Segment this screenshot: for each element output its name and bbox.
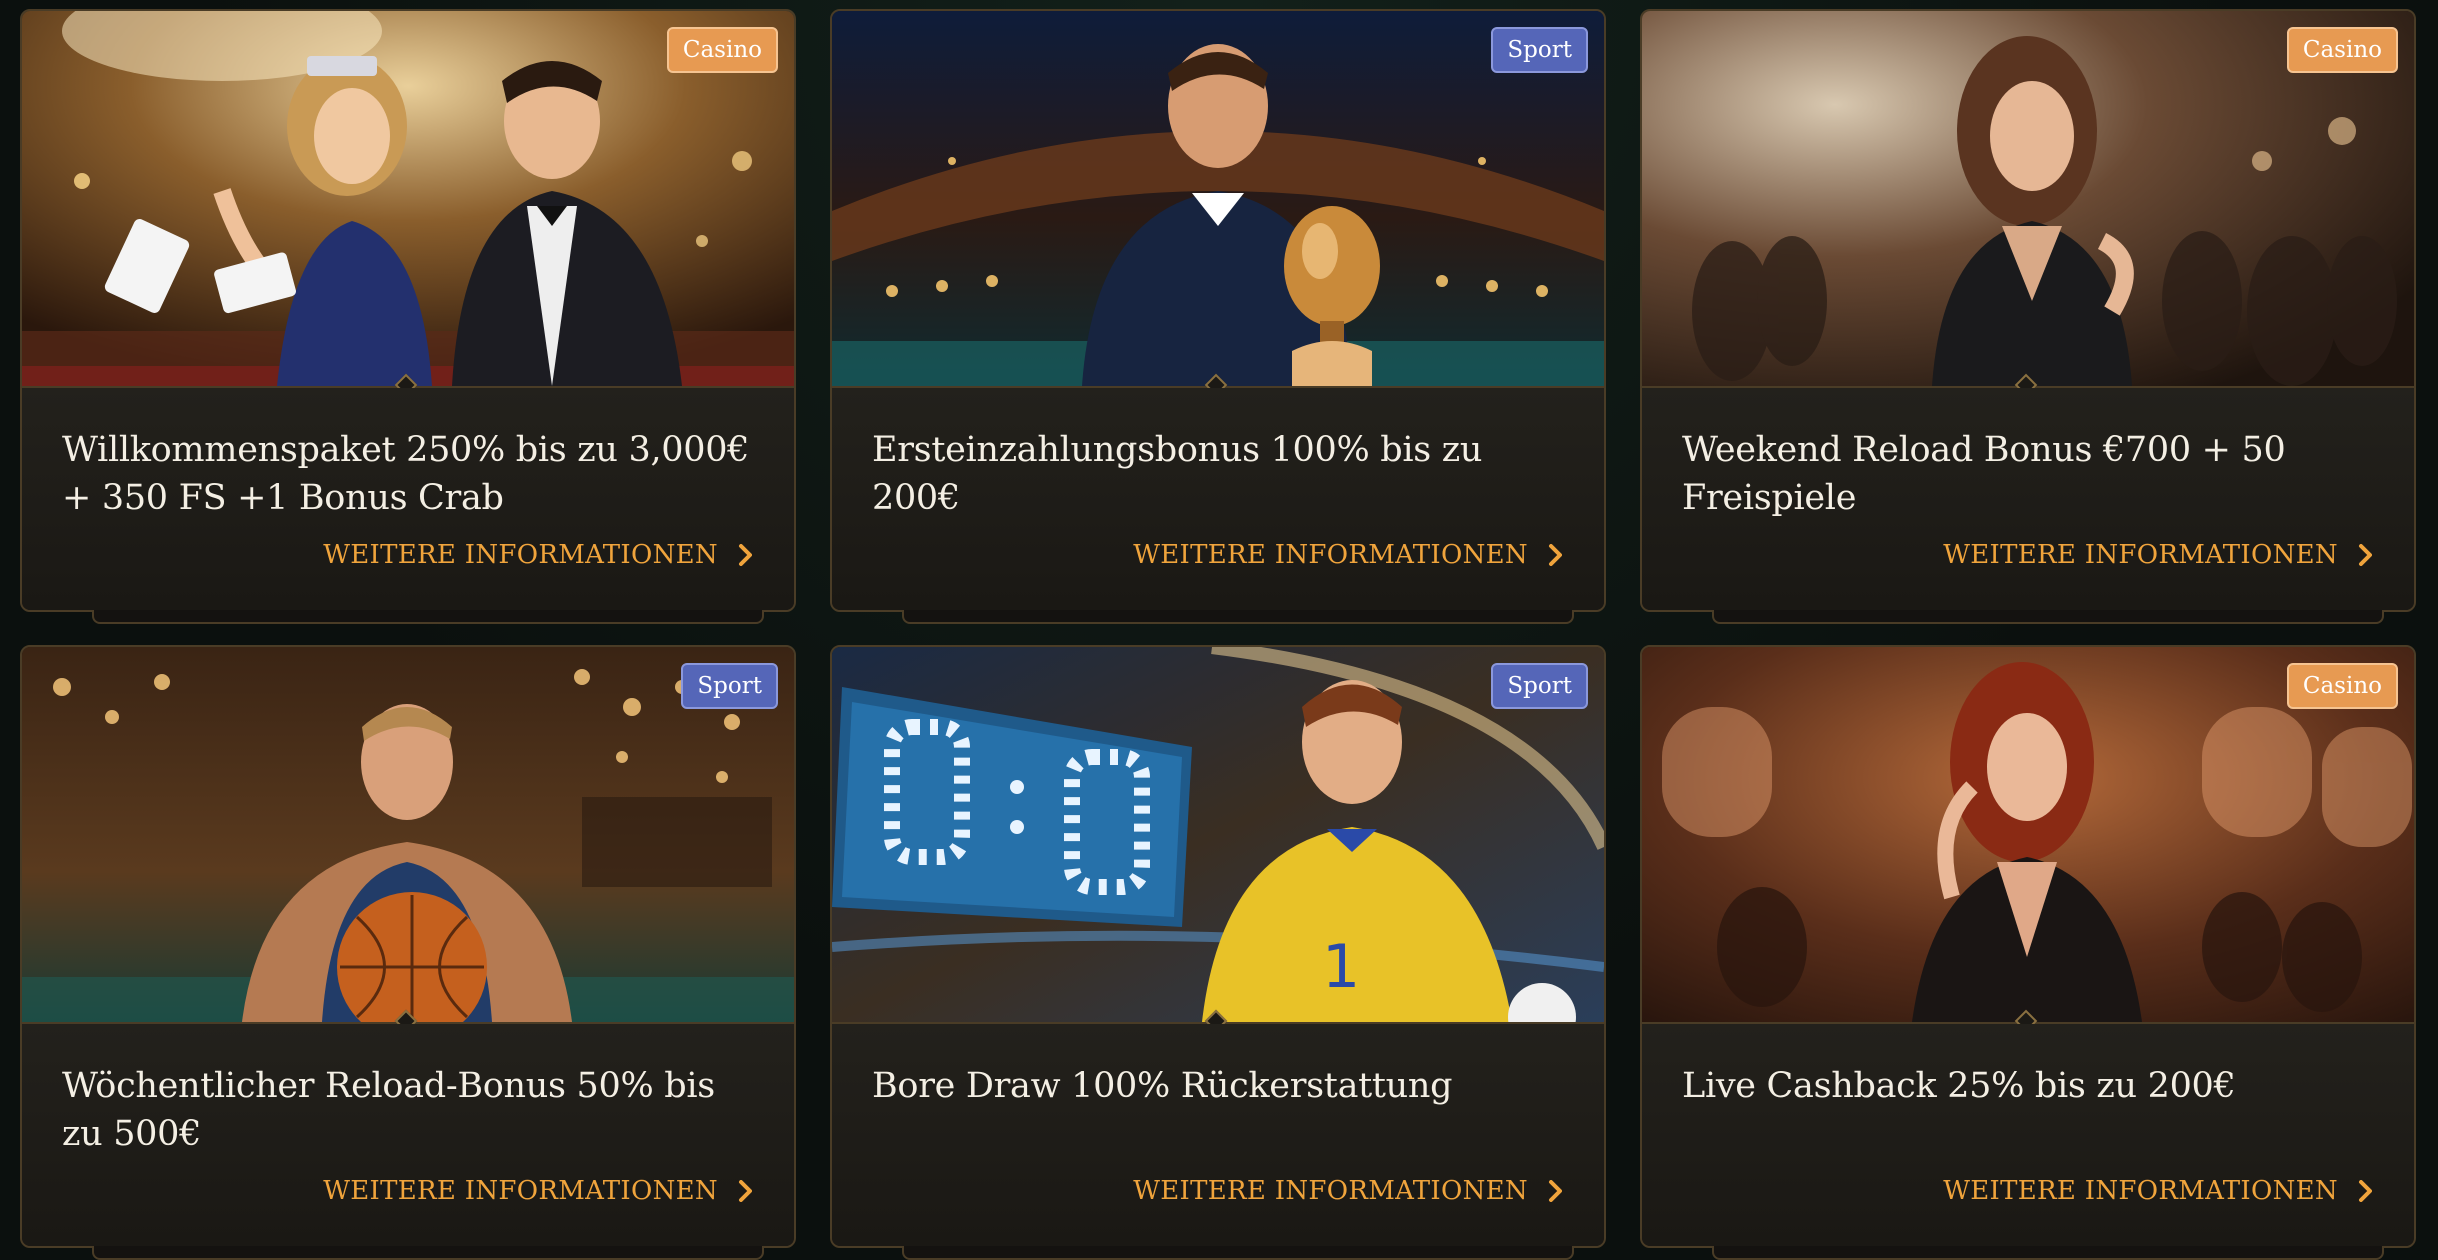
chevron-right-icon: [1549, 1180, 1562, 1202]
promo-title: Weekend Reload Bonus €700 + 50 Freispiel…: [1682, 430, 2286, 518]
category-badge: Casino: [2286, 27, 2398, 73]
more-info-link[interactable]: WEITERE INFORMATIONEN: [323, 1176, 752, 1206]
more-info-link[interactable]: WEITERE INFORMATIONEN: [1943, 1176, 2372, 1206]
category-badge: Sport: [1491, 663, 1588, 709]
chevron-right-icon: [2359, 1180, 2372, 1202]
chevron-right-icon: [1549, 544, 1562, 566]
promo-title: Live Cashback 25% bis zu 200€: [1682, 1066, 2236, 1106]
category-badge: Casino: [666, 27, 778, 73]
more-info-link[interactable]: WEITERE INFORMATIONEN: [1133, 1176, 1562, 1206]
svg-text:1: 1: [1322, 932, 1360, 1002]
promo-card-body: Wöchentlicher Reload-Bonus 50% bis zu 50…: [22, 1024, 794, 1246]
promo-card-body: Live Cashback 25% bis zu 200€ WEITERE IN…: [1642, 1024, 2414, 1246]
more-info-label: WEITERE INFORMATIONEN: [1133, 540, 1528, 570]
promo-card-first-deposit[interactable]: Sport Ersteinzahlungsbonus 100% bis zu 2…: [830, 9, 1606, 624]
promo-card-weekend-reload[interactable]: Casino Weekend Reload Bonus €700 + 50 Fr…: [1640, 9, 2416, 624]
promotions-grid: Casino Willkommenspaket 250% bis zu 3,00…: [20, 9, 2418, 1260]
promo-card-body: Ersteinzahlungsbonus 100% bis zu 200€ WE…: [832, 388, 1604, 610]
more-info-label: WEITERE INFORMATIONEN: [1943, 540, 2338, 570]
more-info-label: WEITERE INFORMATIONEN: [323, 540, 718, 570]
chevron-right-icon: [739, 544, 752, 566]
more-info-label: WEITERE INFORMATIONEN: [1133, 1176, 1528, 1206]
more-info-link[interactable]: WEITERE INFORMATIONEN: [1133, 540, 1562, 570]
promotions-page: Casino Willkommenspaket 250% bis zu 3,00…: [0, 0, 2438, 1260]
category-badge: Casino: [2286, 663, 2398, 709]
promo-image-football-trophy: [832, 11, 1604, 386]
more-info-label: WEITERE INFORMATIONEN: [1943, 1176, 2338, 1206]
more-info-link[interactable]: WEITERE INFORMATIONEN: [1943, 540, 2372, 570]
promo-card-bore-draw[interactable]: 1 Sport Bore Draw 100% Rückerstattung WE…: [830, 645, 1606, 1260]
promo-image-football-scoreboard: 1: [832, 647, 1604, 1022]
promo-title: Ersteinzahlungsbonus 100% bis zu 200€: [872, 430, 1483, 518]
category-badge: Sport: [1491, 27, 1588, 73]
promo-title: Willkommenspaket 250% bis zu 3,000€ + 35…: [62, 430, 750, 518]
promo-card-body: Willkommenspaket 250% bis zu 3,000€ + 35…: [22, 388, 794, 610]
promo-card-welcome-package[interactable]: Casino Willkommenspaket 250% bis zu 3,00…: [20, 9, 796, 624]
promo-card-body: Bore Draw 100% Rückerstattung WEITERE IN…: [832, 1024, 1604, 1246]
promo-card-live-cashback[interactable]: Casino Live Cashback 25% bis zu 200€ WEI…: [1640, 645, 2416, 1260]
promo-card-body: Weekend Reload Bonus €700 + 50 Freispiel…: [1642, 388, 2414, 610]
more-info-link[interactable]: WEITERE INFORMATIONEN: [323, 540, 752, 570]
chevron-right-icon: [2359, 544, 2372, 566]
category-badge: Sport: [681, 663, 778, 709]
promo-image-basketball-player: [22, 647, 794, 1022]
promo-title: Wöchentlicher Reload-Bonus 50% bis zu 50…: [62, 1066, 715, 1154]
promo-title: Bore Draw 100% Rückerstattung: [872, 1066, 1453, 1106]
promo-card-weekly-reload[interactable]: Sport Wöchentlicher Reload-Bonus 50% bis…: [20, 645, 796, 1260]
more-info-label: WEITERE INFORMATIONEN: [323, 1176, 718, 1206]
chevron-right-icon: [739, 1180, 752, 1202]
